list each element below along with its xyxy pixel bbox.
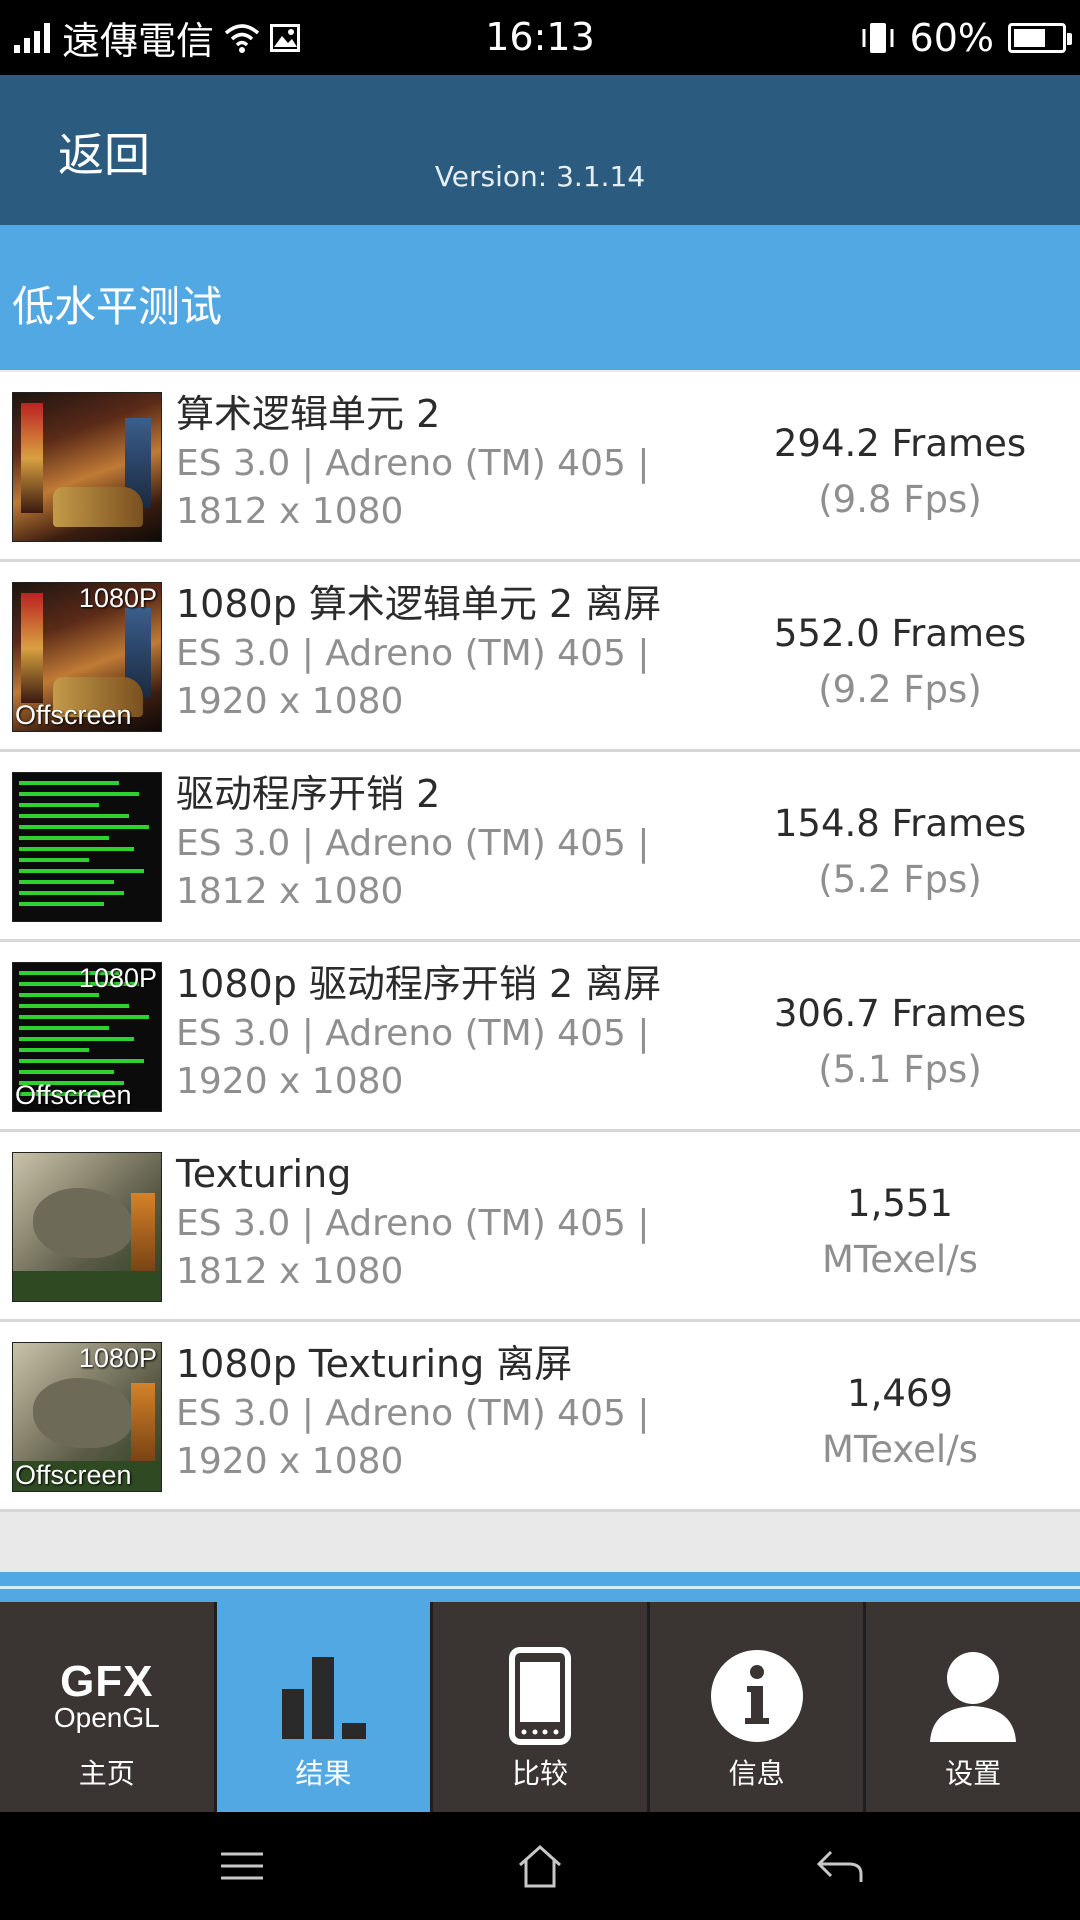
score-secondary: MTexel/s <box>822 1238 978 1281</box>
benchmark-name: 1080p 算术逻辑单元 2 离屏 <box>176 582 662 626</box>
result-score: 294.2 Frames (9.8 Fps) <box>740 416 1060 528</box>
benchmark-name: 1080p Texturing 离屏 <box>176 1342 573 1386</box>
result-score: 154.8 Frames (5.2 Fps) <box>740 796 1060 908</box>
result-info: 1080p Texturing 离屏 ES 3.0 | Adreno (TM) 4… <box>176 1340 736 1486</box>
benchmark-resolution: 1920 x 1080 <box>176 1441 404 1482</box>
benchmark-thumbnail: 1080P Offscreen <box>12 962 162 1112</box>
result-row[interactable]: 1080P Offscreen 1080p 算术逻辑单元 2 离屏 ES 3.0 | … <box>0 562 1080 752</box>
score-primary: 552.0 Frames <box>773 612 1027 655</box>
benchmark-name: 算术逻辑单元 2 <box>176 392 441 436</box>
benchmark-resolution: 1812 x 1080 <box>176 491 404 532</box>
benchmark-thumbnail: 1080P Offscreen <box>12 582 162 732</box>
bar-chart-icon <box>282 1657 367 1739</box>
thumbnail-offscreen-tag: Offscreen <box>15 1460 132 1490</box>
gfx-opengl-logo: GFX OpenGL <box>0 1646 214 1746</box>
back-icon[interactable] <box>810 1838 870 1894</box>
benchmark-api-detail: ES 3.0 | Adreno (TM) 405 | <box>176 823 650 864</box>
score-primary: 294.2 Frames <box>773 422 1027 465</box>
score-secondary: (9.2 Fps) <box>818 668 982 711</box>
benchmark-name: 驱动程序开销 2 <box>176 772 441 816</box>
benchmark-name: Texturing <box>176 1152 352 1196</box>
benchmark-api-detail: ES 3.0 | Adreno (TM) 405 | <box>176 1013 650 1054</box>
result-info: 1080p 算术逻辑单元 2 离屏 ES 3.0 | Adreno (TM) 40… <box>176 580 736 726</box>
status-bar: 遠傳電信 16:13 60% <box>0 0 1080 75</box>
result-row[interactable]: 1080P Offscreen 1080p Texturing 离屏 ES 3.0 |… <box>0 1322 1080 1512</box>
tab-bar: GFX OpenGL 主页 结果 比较 信息 设置 <box>0 1602 1080 1812</box>
benchmark-name: 1080p 驱动程序开销 2 离屏 <box>176 962 662 1006</box>
tab-bar-divider <box>0 1572 1080 1602</box>
tab-home[interactable]: GFX OpenGL 主页 <box>0 1602 217 1812</box>
result-score: 552.0 Frames (9.2 Fps) <box>740 606 1060 718</box>
benchmark-thumbnail <box>12 1152 162 1302</box>
score-secondary: (5.1 Fps) <box>818 1048 982 1091</box>
info-icon <box>710 1650 803 1742</box>
tab-label: 信息 <box>728 1757 785 1790</box>
section-title: 低水平测试 <box>12 282 223 331</box>
app-header: 返回 Version: 3.1.14 <box>0 75 1080 225</box>
thumbnail-resolution-tag: 1080P <box>78 583 157 613</box>
benchmark-api-detail: ES 3.0 | Adreno (TM) 405 | <box>176 443 650 484</box>
result-info: 驱动程序开销 2 ES 3.0 | Adreno (TM) 405 | 1812 x… <box>176 770 736 916</box>
battery-percent: 60% <box>909 15 994 60</box>
score-primary: 306.7 Frames <box>773 992 1027 1035</box>
thumbnail-resolution-tag: 1080P <box>78 1343 157 1373</box>
result-score: 1,551 MTexel/s <box>740 1176 1060 1288</box>
system-nav-bar <box>0 1812 1080 1920</box>
result-score: 1,469 MTexel/s <box>740 1366 1060 1478</box>
score-secondary: (5.2 Fps) <box>818 858 982 901</box>
thumbnail-resolution-tag: 1080P <box>78 963 157 993</box>
tab-label: 主页 <box>78 1757 135 1790</box>
user-icon <box>930 1652 1017 1742</box>
benchmark-resolution: 1812 x 1080 <box>176 871 404 912</box>
thumbnail-offscreen-tag: Offscreen <box>15 700 132 730</box>
section-header: 低水平测试 <box>0 225 1080 370</box>
tab-info[interactable]: 信息 <box>649 1602 867 1812</box>
tab-settings[interactable]: 设置 <box>866 1602 1080 1812</box>
logo-line-2: OpenGL <box>53 1702 160 1733</box>
version-label: Version: 3.1.14 <box>434 160 646 193</box>
results-list: 算术逻辑单元 2 ES 3.0 | Adreno (TM) 405 | 1812 x… <box>0 372 1080 1512</box>
logo-line-1: GFX <box>60 1657 154 1706</box>
score-primary: 1,551 <box>847 1182 953 1225</box>
benchmark-api-detail: ES 3.0 | Adreno (TM) 405 | <box>176 633 650 674</box>
result-info: 算术逻辑单元 2 ES 3.0 | Adreno (TM) 405 | 1812 x… <box>176 390 736 536</box>
benchmark-thumbnail: 1080P Offscreen <box>12 1342 162 1492</box>
vibrate-icon <box>862 22 894 53</box>
tab-label: 结果 <box>295 1757 352 1790</box>
battery-fill <box>1014 28 1046 47</box>
score-primary: 154.8 Frames <box>773 802 1027 845</box>
benchmark-resolution: 1920 x 1080 <box>176 681 404 722</box>
score-primary: 1,469 <box>847 1372 953 1415</box>
result-row[interactable]: 1080P Offscreen 1080p 驱动程序开销 2 离屏 ES 3.0 | … <box>0 942 1080 1132</box>
result-info: 1080p 驱动程序开销 2 离屏 ES 3.0 | Adreno (TM) 40… <box>176 960 736 1106</box>
tab-compare[interactable]: 比较 <box>433 1602 650 1812</box>
status-right: 60% <box>860 0 1072 75</box>
menu-icon[interactable] <box>212 1838 272 1894</box>
benchmark-thumbnail <box>12 392 162 542</box>
tab-label: 设置 <box>945 1757 1002 1790</box>
benchmark-resolution: 1920 x 1080 <box>176 1061 404 1102</box>
thumbnail-offscreen-tag: Offscreen <box>15 1080 132 1110</box>
benchmark-resolution: 1812 x 1080 <box>176 1251 404 1292</box>
home-icon[interactable] <box>510 1838 570 1894</box>
score-secondary: MTexel/s <box>822 1428 978 1471</box>
benchmark-api-detail: ES 3.0 | Adreno (TM) 405 | <box>176 1203 650 1244</box>
result-row[interactable]: 驱动程序开销 2 ES 3.0 | Adreno (TM) 405 | 1812 x… <box>0 752 1080 942</box>
tab-label: 比较 <box>511 1757 568 1790</box>
phone-icon <box>508 1647 571 1745</box>
benchmark-thumbnail <box>12 772 162 922</box>
benchmark-api-detail: ES 3.0 | Adreno (TM) 405 | <box>176 1393 650 1434</box>
tab-results[interactable]: 结果 <box>216 1602 434 1812</box>
result-info: Texturing ES 3.0 | Adreno (TM) 405 | 1812 … <box>176 1150 736 1296</box>
result-row[interactable]: 算术逻辑单元 2 ES 3.0 | Adreno (TM) 405 | 1812 x… <box>0 372 1080 562</box>
result-row[interactable]: Texturing ES 3.0 | Adreno (TM) 405 | 1812 … <box>0 1132 1080 1322</box>
result-score: 306.7 Frames (5.1 Fps) <box>740 986 1060 1098</box>
battery-icon <box>1008 22 1072 53</box>
score-secondary: (9.8 Fps) <box>818 478 982 521</box>
